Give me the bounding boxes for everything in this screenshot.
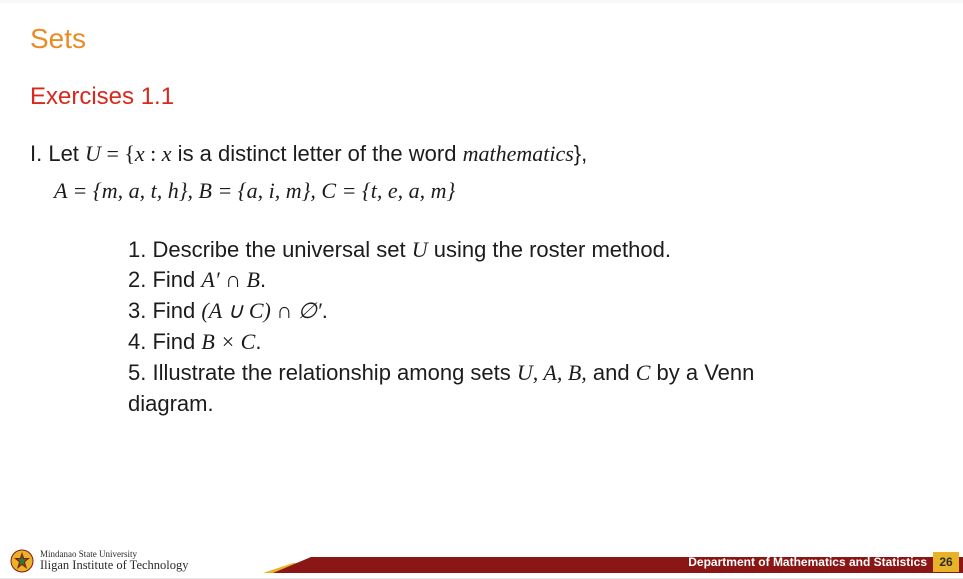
department-label: Department of Mathematics and Statistics — [688, 551, 927, 573]
exercise-item-1: 1. Describe the universal set U using th… — [128, 235, 933, 266]
exercise-item-5b: diagram. — [128, 389, 933, 420]
q5e: by a Venn — [650, 360, 754, 385]
university-name: Mindanao State University Iligan Institu… — [40, 550, 189, 573]
q2c: . — [260, 267, 266, 292]
q1b: U — [412, 237, 428, 262]
q5d: C — [636, 360, 651, 385]
q5f: diagram. — [128, 391, 214, 416]
exercise-item-4: 4. Find B × C. — [128, 327, 933, 358]
q4b: B × C — [201, 329, 255, 354]
q4a: 4. Find — [128, 329, 201, 354]
q5b: U, A, B, — [517, 360, 587, 385]
lead-eq: = { — [101, 141, 135, 166]
q1a: 1. Describe the universal set — [128, 237, 412, 262]
exercise-item-5: 5. Illustrate the relationship among set… — [128, 358, 933, 389]
q2b: A′ ∩ B — [201, 267, 260, 292]
problem-lead-line1: I. Let U = {x : x is a distinct letter o… — [30, 139, 933, 170]
problem-lead-line2: A = {m, a, t, h}, B = {a, i, m}, C = {t,… — [30, 176, 933, 207]
lead-prefix: I. Let — [30, 141, 85, 166]
set-C: C — [321, 178, 336, 203]
page-number: 26 — [933, 552, 959, 572]
q1c: using the roster method. — [428, 237, 671, 262]
lead-U: U — [85, 141, 101, 166]
slide: Sets Exercises 1.1 I. Let U = {x : x is … — [0, 3, 963, 579]
q3c: . — [322, 298, 328, 323]
uni-bot: Iligan Institute of Technology — [40, 559, 189, 572]
set-A: A — [54, 178, 67, 203]
q5a: 5. Illustrate the relationship among set… — [128, 360, 517, 385]
university-logo-icon — [10, 549, 34, 573]
exercise-item-2: 2. Find A′ ∩ B. — [128, 265, 933, 296]
set-B: B — [199, 178, 212, 203]
q3b: (A ∪ C) ∩ ∅′ — [201, 298, 321, 323]
lead-rest: is a distinct letter of the word — [172, 141, 463, 166]
set-A-val: = {m, a, t, h}, — [67, 178, 198, 203]
footer-ribbon: Department of Mathematics and Statistics… — [199, 549, 963, 573]
lead-word: mathematics — [463, 141, 574, 166]
lead-colon: : — [145, 141, 162, 166]
lead-close: }, — [574, 141, 587, 166]
exercise-item-3: 3. Find (A ∪ C) ∩ ∅′. — [128, 296, 933, 327]
footer: Mindanao State University Iligan Institu… — [0, 547, 963, 575]
q3a: 3. Find — [128, 298, 201, 323]
q5c: and — [587, 360, 636, 385]
lead-x2: x — [162, 141, 172, 166]
exercise-list: 1. Describe the universal set U using th… — [30, 235, 933, 420]
set-C-val: = {t, e, a, m} — [336, 178, 455, 203]
set-B-val: = {a, i, m}, — [212, 178, 321, 203]
subtitle: Exercises 1.1 — [30, 83, 933, 111]
q2a: 2. Find — [128, 267, 201, 292]
q4c: . — [255, 329, 261, 354]
lead-x: x — [135, 141, 145, 166]
title: Sets — [30, 23, 933, 55]
